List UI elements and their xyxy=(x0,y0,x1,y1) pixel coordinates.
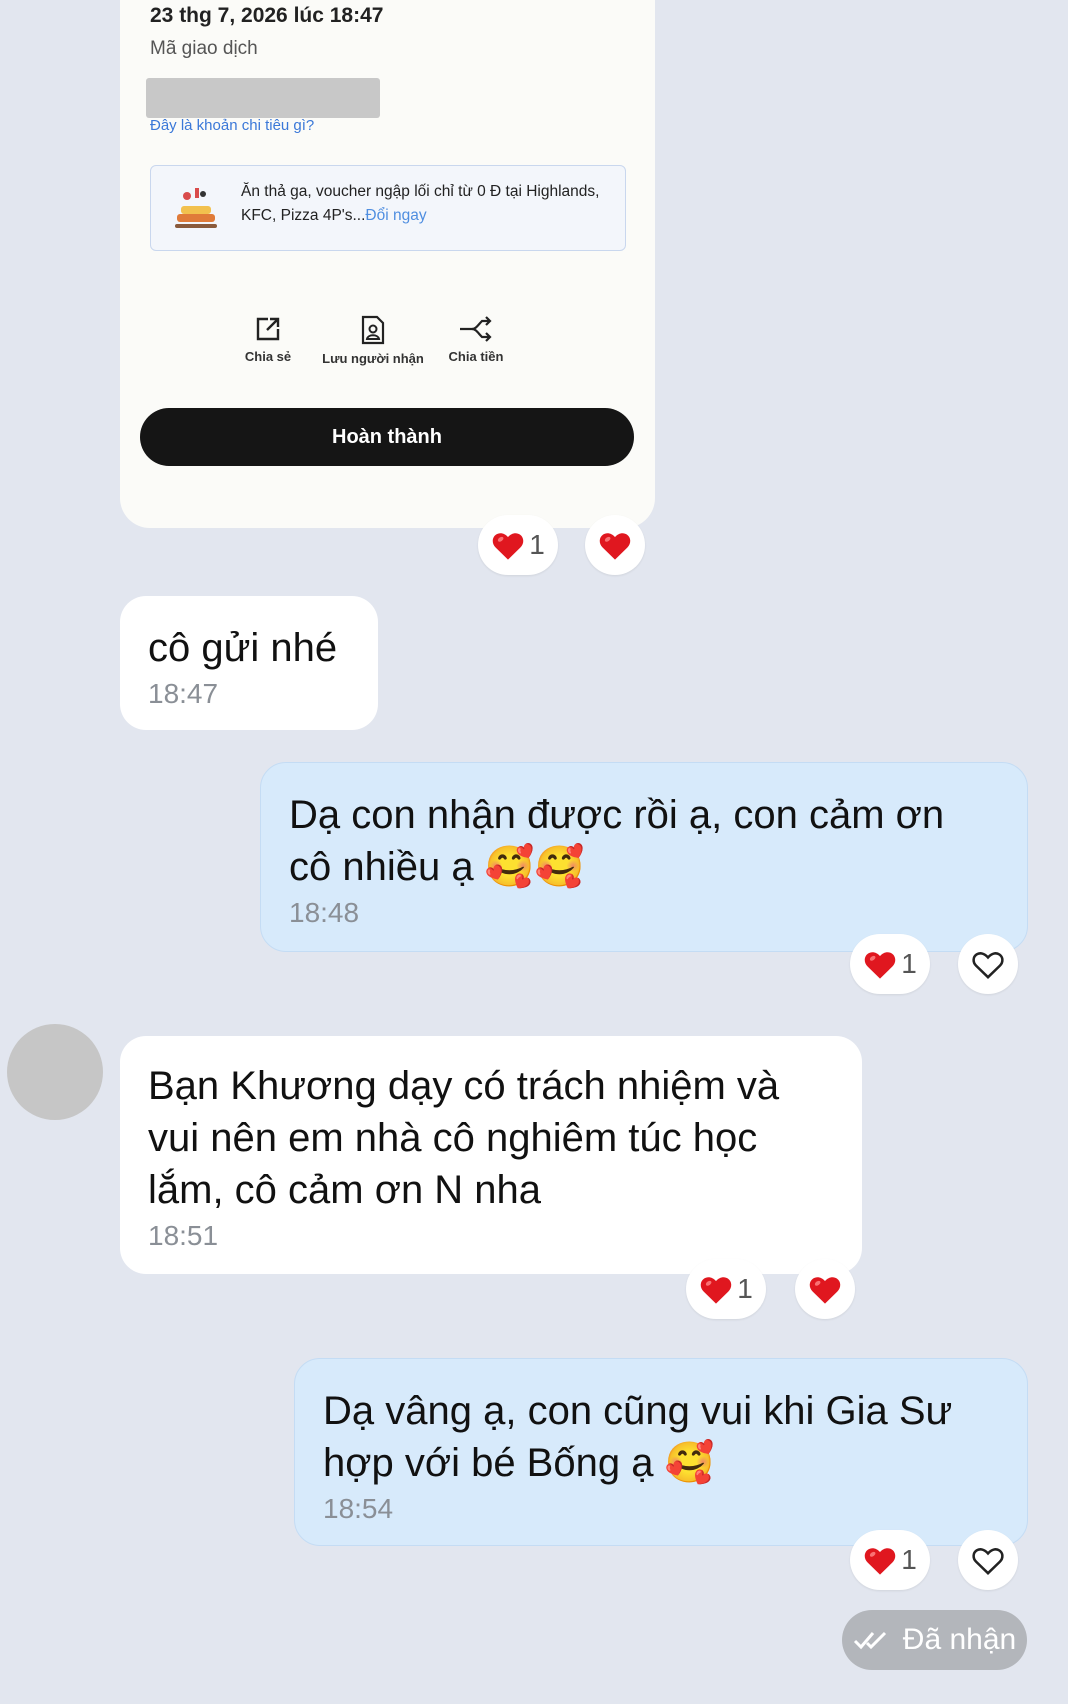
message-bubble-outgoing[interactable]: Dạ con nhận được rồi ạ, con cảm ơn cô nh… xyxy=(260,762,1028,952)
voucher-text: Ăn thả ga, voucher ngập lối chỉ từ 0 Đ t… xyxy=(241,183,600,224)
reaction-count: 1 xyxy=(529,529,545,560)
heart-icon xyxy=(863,1545,897,1576)
heart-icon xyxy=(491,530,525,561)
transaction-id-redacted xyxy=(146,78,380,118)
message-time: 18:54 xyxy=(323,1493,394,1524)
heart-icon xyxy=(598,530,632,561)
message-text-line: vui nên em nhà cô nghiêm túc học xyxy=(148,1116,758,1160)
react-button[interactable] xyxy=(585,515,645,575)
react-button[interactable] xyxy=(958,934,1018,994)
heart-outline-icon xyxy=(971,1545,1005,1576)
reaction-count: 1 xyxy=(901,1544,917,1575)
save-recipient-label: Lưu người nhận xyxy=(322,351,424,366)
message-bubble-incoming[interactable]: cô gửi nhé 18:47 xyxy=(120,596,378,730)
heart-icon xyxy=(808,1274,842,1305)
done-button[interactable]: Hoàn thành xyxy=(140,408,634,466)
split-money-icon xyxy=(460,316,492,342)
heart-icon xyxy=(699,1274,733,1305)
transaction-id-label: Mã giao dịch xyxy=(150,38,258,59)
expense-category-link[interactable]: Đây là khoản chi tiêu gì? xyxy=(150,117,314,134)
share-action[interactable]: Chia sẻ xyxy=(208,315,328,364)
message-bubble-outgoing[interactable]: Dạ vâng ạ, con cũng vui khi Gia Sư hợp v… xyxy=(294,1358,1028,1546)
food-voucher-icon xyxy=(175,188,217,228)
message-text: cô gửi nhé xyxy=(148,626,338,670)
reaction-count-chip[interactable]: 1 xyxy=(850,934,930,994)
heart-icon xyxy=(863,949,897,980)
transaction-receipt-card[interactable]: 23 thg 7, 2026 lúc 18:47 Mã giao dịch Đâ… xyxy=(120,0,655,528)
message-text-line: Bạn Khương dạy có trách nhiệm và xyxy=(148,1064,780,1108)
reaction-count-chip[interactable]: 1 xyxy=(686,1259,766,1319)
save-recipient-action[interactable]: Lưu người nhận xyxy=(313,315,433,366)
share-label: Chia sẻ xyxy=(244,349,292,364)
avatar[interactable] xyxy=(7,1024,103,1120)
message-text-line: cô nhiều ạ 🥰🥰 xyxy=(289,845,585,889)
reaction-count-chip[interactable]: 1 xyxy=(478,515,558,575)
message-text-line: hợp với bé Bống ạ 🥰 xyxy=(323,1441,715,1485)
voucher-redeem-link[interactable]: Đổi ngay xyxy=(365,207,426,224)
message-text-line: lắm, cô cảm ơn N nha xyxy=(148,1168,542,1212)
message-text-line: Dạ con nhận được rồi ạ, con cảm ơn xyxy=(289,793,945,837)
split-money-action[interactable]: Chia tiền xyxy=(416,315,536,364)
react-button[interactable] xyxy=(795,1259,855,1319)
reaction-count: 1 xyxy=(901,948,917,979)
heart-outline-icon xyxy=(971,949,1005,980)
double-check-icon xyxy=(853,1631,886,1650)
transaction-date: 23 thg 7, 2026 lúc 18:47 xyxy=(150,4,384,27)
save-contact-icon xyxy=(361,315,385,345)
delivery-status-label: Đã nhận xyxy=(902,1623,1017,1656)
message-time: 18:51 xyxy=(148,1220,219,1251)
reaction-count: 1 xyxy=(737,1273,753,1304)
message-text-line: Dạ vâng ạ, con cũng vui khi Gia Sư xyxy=(323,1389,953,1433)
split-money-label: Chia tiền xyxy=(448,349,504,364)
receipt-actions: Chia sẻ Lưu người nhận Chia tiền xyxy=(120,315,655,385)
message-time: 18:47 xyxy=(148,678,219,709)
share-icon xyxy=(256,317,280,341)
delivery-status-badge: Đã nhận xyxy=(842,1610,1027,1670)
reaction-count-chip[interactable]: 1 xyxy=(850,1530,930,1590)
react-button[interactable] xyxy=(958,1530,1018,1590)
message-bubble-incoming[interactable]: Bạn Khương dạy có trách nhiệm và vui nên… xyxy=(120,1036,862,1274)
message-time: 18:48 xyxy=(289,897,360,928)
voucher-banner[interactable]: Ăn thả ga, voucher ngập lối chỉ từ 0 Đ t… xyxy=(150,165,626,251)
